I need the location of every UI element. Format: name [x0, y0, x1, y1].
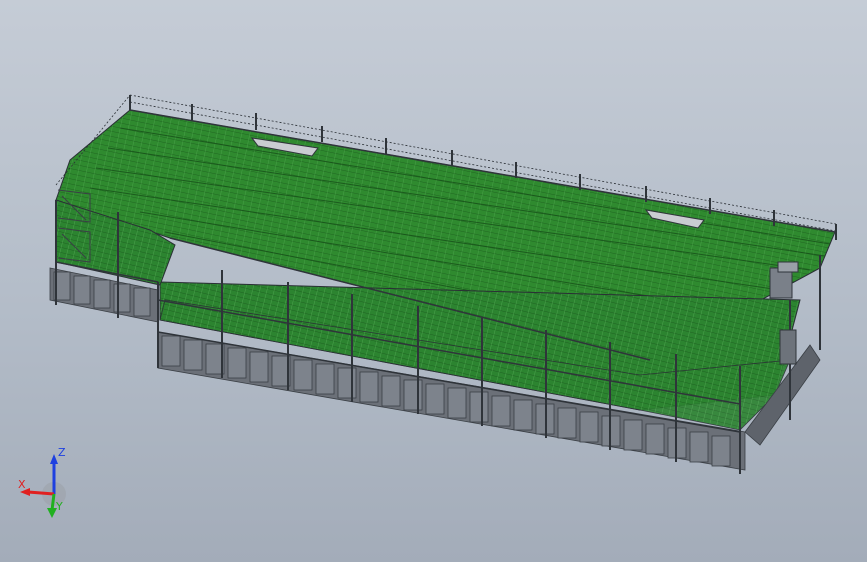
cad-viewport[interactable]: Z X Y [0, 0, 867, 562]
x-axis-label: X [18, 478, 26, 491]
rack-structure-model[interactable] [0, 0, 867, 562]
x-axis-arrow [27, 490, 55, 496]
y-axis-label: Y [56, 500, 63, 513]
y-axis-arrow [50, 493, 56, 511]
z-axis-label: Z [58, 446, 66, 459]
